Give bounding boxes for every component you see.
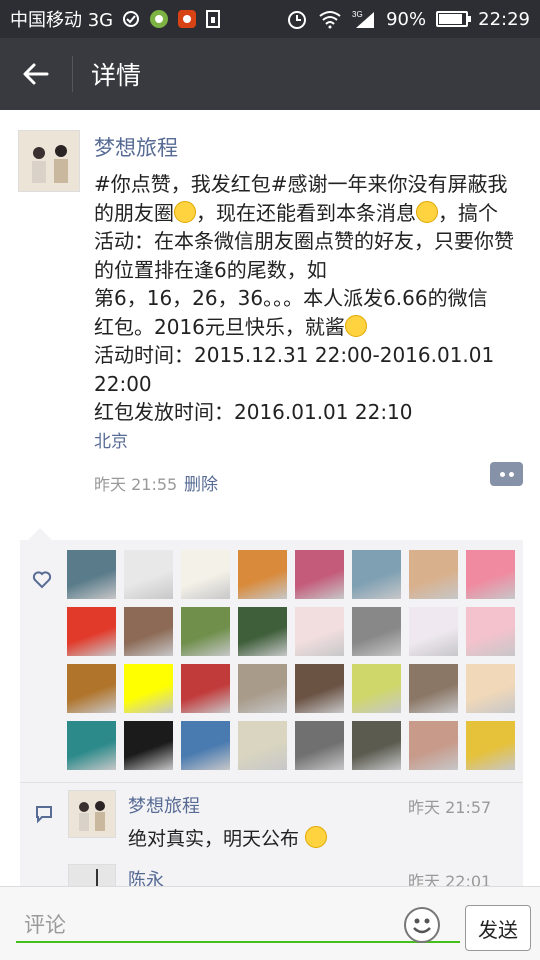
liker-avatar[interactable]: [181, 550, 230, 599]
liker-avatar[interactable]: [67, 607, 116, 656]
liker-avatar[interactable]: [238, 607, 287, 656]
clock: 22:29: [478, 8, 530, 30]
sim-icon: [205, 9, 221, 29]
post-time: 昨天 21:55: [94, 475, 178, 494]
comment-time: 昨天 22:01: [408, 872, 492, 886]
post-line: 22:00: [94, 371, 152, 396]
liker-avatar[interactable]: [238, 664, 287, 713]
liker-avatar[interactable]: [352, 607, 401, 656]
liker-avatar[interactable]: [409, 721, 458, 770]
app-icon: [149, 9, 169, 29]
liker-avatar[interactable]: [124, 607, 173, 656]
comment-avatar[interactable]: [68, 790, 116, 838]
liker-avatar[interactable]: [352, 550, 401, 599]
svg-text:3G: 3G: [352, 10, 363, 19]
comment-text[interactable]: 绝对真实，明天公布: [128, 824, 328, 851]
liker-avatar[interactable]: [124, 721, 173, 770]
liker-avatar[interactable]: [466, 721, 515, 770]
comment-author[interactable]: 陈永: [128, 866, 164, 886]
location-label[interactable]: 北京: [94, 427, 128, 452]
liker-avatar[interactable]: [181, 607, 230, 656]
title-bar: 详情: [0, 38, 540, 110]
app-icon-red: [177, 9, 197, 29]
post-line: 红包。2016元旦快乐，就酱: [94, 314, 345, 339]
battery-icon: [436, 11, 472, 27]
battery-fill: [439, 14, 463, 24]
comment-body: 绝对真实，明天公布: [128, 828, 300, 850]
comment-input[interactable]: 评论: [16, 903, 460, 943]
liker-avatar[interactable]: [466, 607, 515, 656]
liker-avatar[interactable]: [124, 664, 173, 713]
smile-emoji-icon: [305, 826, 328, 848]
comment-author[interactable]: 梦想旅程: [128, 792, 200, 818]
liker-avatar[interactable]: [238, 721, 287, 770]
wifi-icon: [318, 9, 342, 29]
likes-separator: [20, 782, 523, 783]
back-arrow-icon: [23, 63, 49, 85]
post-line: 的朋友圈: [94, 200, 174, 225]
post-line: ，现在还能看到本条消息: [196, 200, 416, 225]
battery-label: 90%: [386, 8, 427, 30]
comment-avatar[interactable]: [68, 864, 116, 886]
likes-pointer: [28, 528, 52, 540]
liker-avatar[interactable]: [295, 607, 344, 656]
liker-avatar[interactable]: [238, 550, 287, 599]
liker-avatar[interactable]: [466, 664, 515, 713]
smiley-icon: [413, 918, 431, 934]
dot-icon: [499, 471, 505, 477]
liker-avatar[interactable]: [67, 721, 116, 770]
liker-avatar[interactable]: [409, 550, 458, 599]
liker-avatar[interactable]: [181, 721, 230, 770]
title-divider: [72, 56, 73, 92]
more-actions-button[interactable]: [490, 462, 523, 486]
smile-emoji-icon: [174, 200, 196, 223]
post-line: 红包发放时间：2016.01.01 22:10: [94, 400, 413, 424]
smile-emoji-icon: [344, 314, 367, 337]
signal-icon: 3G: [352, 9, 376, 29]
post-detail: 梦想旅程 #你点赞，我发红包#感谢一年来你没有屏蔽我 的朋友圈 ，现在还能看到本条…: [0, 110, 540, 886]
send-button[interactable]: 发送: [465, 905, 531, 951]
likes-panel: 梦想旅程 昨天 21:57 绝对真实，明天公布 陈永 昨天 22:01: [20, 540, 523, 886]
liker-avatar[interactable]: [466, 550, 515, 599]
liker-avatar[interactable]: [295, 664, 344, 713]
liker-avatar[interactable]: [409, 607, 458, 656]
comment-time: 昨天 21:57: [408, 798, 492, 817]
author-avatar[interactable]: [18, 130, 80, 192]
liker-avatar[interactable]: [409, 664, 458, 713]
liker-avatar[interactable]: [181, 664, 230, 713]
notification-icon: [121, 10, 141, 28]
delete-link[interactable]: 删除: [184, 470, 218, 495]
post-line: #你点赞，我发红包#感谢一年来你没有屏蔽我: [94, 172, 508, 196]
back-button[interactable]: [0, 38, 72, 110]
carrier-label: 中国移动 3G: [10, 10, 114, 31]
emoji-button[interactable]: [404, 907, 440, 943]
heart-icon: [32, 570, 52, 590]
liker-avatar[interactable]: [124, 550, 173, 599]
liker-avatar[interactable]: [67, 664, 116, 713]
liker-avatar[interactable]: [352, 721, 401, 770]
page-title: 详情: [91, 61, 142, 90]
dot-icon: [508, 471, 514, 477]
author-name[interactable]: 梦想旅程: [94, 132, 178, 162]
liker-avatar[interactable]: [352, 664, 401, 713]
comment-input-bar: 评论 发送: [0, 886, 540, 960]
alarm-icon: [286, 8, 308, 30]
liker-avatar[interactable]: [67, 550, 116, 599]
liker-avatar[interactable]: [295, 721, 344, 770]
thinking-emoji-icon: [416, 200, 438, 223]
comment-icon: [34, 804, 54, 828]
post-line: 第6，16，26，36。。。本人派发6.66的微信: [94, 286, 488, 310]
status-bar: 中国移动 3G 3G 90% 22:29: [0, 0, 540, 38]
liker-avatar[interactable]: [295, 550, 344, 599]
post-line: 活动时间：2015.12.31 22:00-2016.01.01: [94, 343, 495, 367]
post-text: #你点赞，我发红包#感谢一年来你没有屏蔽我 的朋友圈 ，现在还能看到本条消息 ，搞个…: [94, 170, 514, 427]
likers-grid: [67, 550, 519, 770]
